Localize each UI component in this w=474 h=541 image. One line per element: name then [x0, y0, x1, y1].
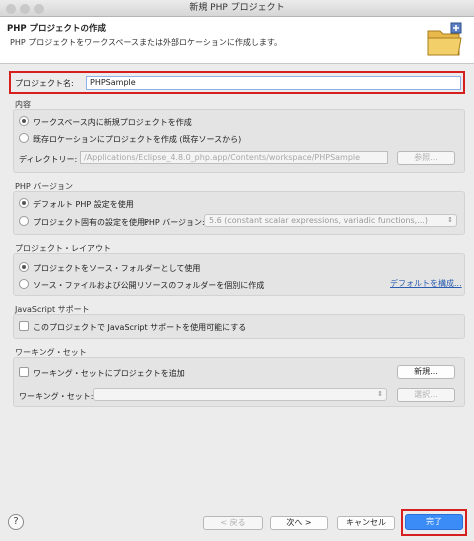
browse-button[interactable]: 参照...: [397, 151, 455, 165]
zoom-window-icon[interactable]: [34, 4, 44, 14]
project-name-label: プロジェクト名:: [15, 79, 74, 88]
workspace-location-radio[interactable]: [19, 116, 29, 126]
directory-input[interactable]: /Applications/Eclipse_4.8.0_php.app/Cont…: [80, 151, 388, 164]
working-sets-select[interactable]: ⇕: [93, 388, 387, 401]
javascript-support-checkbox[interactable]: [19, 321, 29, 331]
cancel-button[interactable]: キャンセル: [337, 516, 395, 530]
project-specific-settings-radio[interactable]: [19, 216, 29, 226]
source-folder-label: プロジェクトをソース・フォルダーとして使用: [33, 264, 201, 273]
chevron-updown-icon: ⇕: [447, 216, 453, 224]
php-version-label: PHP バージョン:: [144, 218, 205, 227]
php-project-wizard-icon: [427, 22, 462, 56]
separate-folders-radio[interactable]: [19, 279, 29, 289]
project-name-input[interactable]: PHPSample: [86, 76, 461, 90]
add-to-working-set-label: ワーキング・セットにプロジェクトを追加: [33, 369, 185, 378]
new-working-set-button[interactable]: 新規...: [397, 365, 455, 379]
window-titlebar: 新規 PHP プロジェクト: [0, 0, 474, 17]
help-icon: ?: [13, 516, 19, 527]
default-php-settings-radio[interactable]: [19, 198, 29, 208]
separate-folders-label: ソース・ファイルおよび公開リソースのフォルダーを個別に作成: [33, 281, 265, 290]
wizard-header: PHP プロジェクトの作成 PHP プロジェクトをワークスペースまたは外部ロケー…: [0, 17, 474, 64]
directory-label: ディレクトリー:: [19, 155, 78, 164]
project-specific-settings-label: プロジェクト固有の設定を使用:: [33, 218, 148, 227]
window-title: 新規 PHP プロジェクト: [189, 3, 285, 13]
php-version-group: [13, 191, 465, 235]
source-folder-radio[interactable]: [19, 262, 29, 272]
configure-defaults-link[interactable]: デフォルトを構成...: [390, 278, 462, 289]
back-button[interactable]: < 戻る: [203, 516, 263, 530]
workspace-location-label: ワークスペース内に新規プロジェクトを作成: [33, 118, 192, 127]
php-version-select[interactable]: 5.6 (constant scalar expressions, variad…: [204, 214, 457, 227]
javascript-support-label: このプロジェクトで JavaScript サポートを使用可能にする: [33, 323, 247, 332]
add-to-working-set-checkbox[interactable]: [19, 367, 29, 377]
chevron-updown-icon: ⇕: [377, 390, 383, 398]
select-working-set-button[interactable]: 選択...: [397, 388, 455, 402]
page-description: PHP プロジェクトをワークスペースまたは外部ロケーションに作成します。: [10, 38, 283, 47]
help-button[interactable]: ?: [8, 514, 24, 530]
next-button[interactable]: 次へ >: [270, 516, 328, 530]
existing-location-radio[interactable]: [19, 133, 29, 143]
minimize-window-icon[interactable]: [20, 4, 30, 14]
default-php-settings-label: デフォルト PHP 設定を使用: [33, 200, 134, 209]
page-title: PHP プロジェクトの作成: [7, 24, 107, 34]
php-version-value: 5.6 (constant scalar expressions, variad…: [209, 216, 428, 225]
finish-button[interactable]: 完了: [405, 514, 463, 530]
existing-location-label: 既存ロケーションにプロジェクトを作成 (既存ソースから): [33, 135, 242, 144]
close-window-icon[interactable]: [6, 4, 16, 14]
working-sets-label: ワーキング・セット:: [19, 392, 94, 401]
